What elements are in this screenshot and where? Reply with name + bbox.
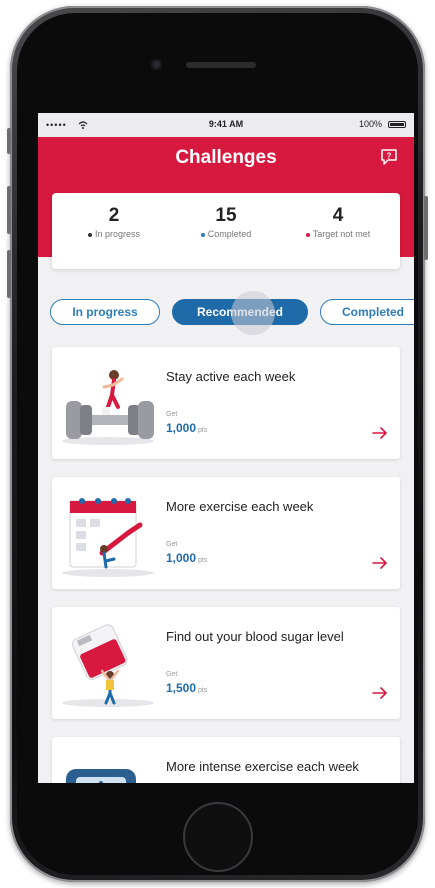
app-screen: ••••• 9:41 AM 100% Challenges ? 2 In pro… [38,113,414,783]
volume-down-button [7,250,11,298]
help-chat-icon[interactable]: ? [380,149,398,165]
tab-in-progress[interactable]: In progress [50,299,160,325]
get-label: Get [166,411,178,418]
points-value: 1,000 pts [166,421,208,435]
calendar-exercise-illustration [62,498,154,577]
challenge-card-intense-exercise[interactable]: More intense exercise each week [52,737,400,783]
blood-drop-illustration [62,624,154,707]
arrow-right-icon[interactable] [372,557,388,569]
scale-illustration [66,769,136,783]
page-title: Challenges [175,147,277,168]
tab-recommended[interactable]: Recommended [172,299,308,325]
status-time: 9:41 AM [208,119,244,129]
stat-target-not-met: 4 Target not met [280,205,396,239]
status-bar: ••••• 9:41 AM 100% [38,113,414,137]
volume-up-button [7,186,11,234]
challenge-card-blood-sugar[interactable]: Find out your blood sugar level Get 1,50… [52,607,400,719]
arrow-right-icon[interactable] [372,687,388,699]
points-value: 1,000 pts [166,551,208,565]
challenge-summary-card: 2 In progress 15 Completed 4 Target not … [52,193,400,269]
battery-percentage: 100% [358,119,382,129]
mute-switch [7,128,11,154]
tab-completed[interactable]: Completed [320,299,414,325]
home-button[interactable] [183,802,253,872]
dumbbell-runner-illustration [62,370,154,445]
challenge-title: Stay active each week [166,369,296,384]
stat-in-progress: 2 In progress [56,205,172,239]
arrow-right-icon[interactable] [372,427,388,439]
get-label: Get [166,671,178,678]
front-camera [151,59,162,70]
earpiece-speaker [186,62,256,68]
stat-completed: 15 Completed [168,205,284,239]
stat-value: 2 [108,205,120,226]
stat-value: 15 [215,205,237,226]
status-dot [87,232,92,237]
challenge-card-more-exercise[interactable]: More exercise each week Get 1,000 pts [52,477,400,589]
battery-icon [388,121,406,128]
filter-tabs: In progress Recommended Completed [50,299,414,327]
power-button [424,196,428,260]
challenge-title: Find out your blood sugar level [166,629,344,644]
stat-label: In progress [94,229,141,239]
challenge-title: More exercise each week [166,499,314,514]
stat-label: Completed [207,229,252,239]
points-value: 1,500 pts [166,681,208,695]
svg-text:?: ? [387,152,392,161]
status-dot [200,232,205,237]
challenge-title: More intense exercise each week [166,759,359,774]
stat-label: Target not met [312,229,371,239]
status-dot [305,232,310,237]
challenge-card-stay-active[interactable]: Stay active each week Get 1,000 pts [52,347,400,459]
get-label: Get [166,541,178,548]
stat-value: 4 [332,205,344,226]
